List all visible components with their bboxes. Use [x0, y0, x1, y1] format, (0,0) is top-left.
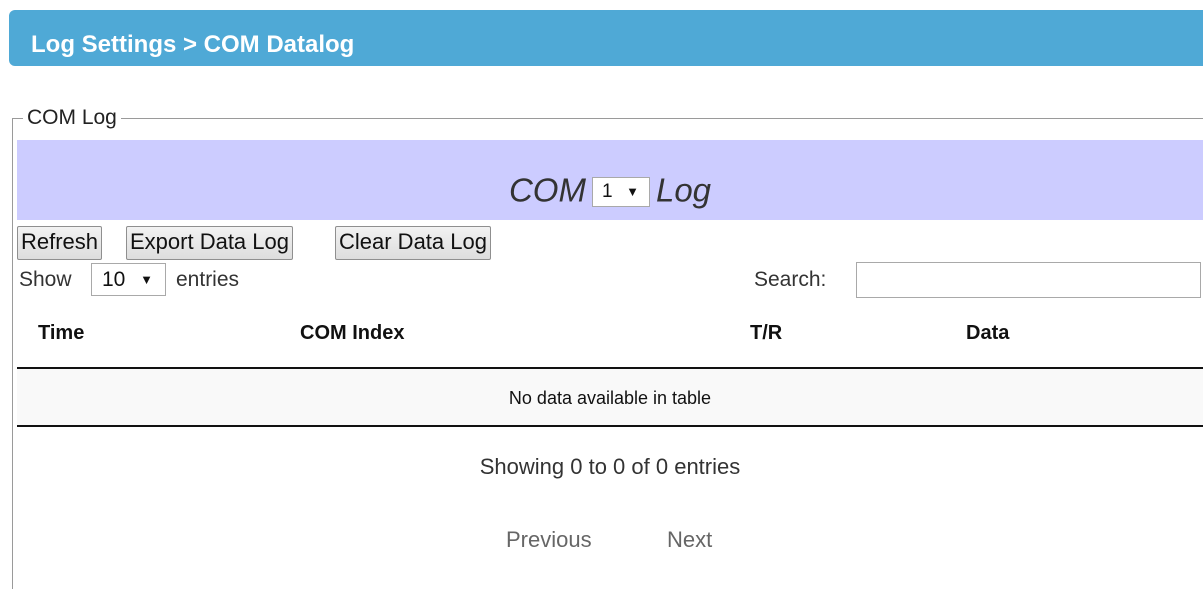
com-log-title: COM 1 ▼ Log	[17, 168, 1203, 210]
refresh-button[interactable]: Refresh	[17, 226, 103, 260]
com-port-select[interactable]: 1 ▼	[591, 177, 650, 208]
column-header-tr[interactable]: T/R	[750, 320, 782, 346]
entries-label: entries	[176, 268, 240, 291]
previous-page-button[interactable]: Previous	[506, 526, 592, 554]
search-label: Search:	[754, 268, 827, 291]
com-port-value: 1	[601, 181, 613, 203]
com-suffix: Log	[655, 171, 712, 209]
next-page-button[interactable]: Next	[667, 526, 712, 554]
table-bottom-divider	[17, 425, 1203, 427]
com-log-banner: COM 1 ▼ Log	[17, 140, 1203, 220]
chevron-down-icon: ▼	[140, 272, 153, 287]
page-header: Log Settings > COM Datalog	[9, 10, 1203, 66]
column-header-com-index[interactable]: COM Index	[300, 320, 404, 346]
clear-data-log-button[interactable]: Clear Data Log	[335, 226, 491, 260]
entries-length-select[interactable]: 10 ▼	[91, 263, 166, 296]
show-label: Show	[19, 268, 72, 291]
chevron-down-icon: ▼	[626, 184, 639, 200]
page-title: Log Settings > COM Datalog	[31, 31, 355, 58]
entries-length-value: 10	[102, 268, 126, 291]
fieldset-legend: COM Log	[23, 106, 121, 130]
export-data-log-button[interactable]: Export Data Log	[126, 226, 293, 260]
empty-table-message: No data available in table	[508, 388, 712, 408]
column-header-data[interactable]: Data	[966, 320, 1009, 346]
table-row: No data available in table	[17, 369, 1203, 425]
column-header-time[interactable]: Time	[38, 320, 84, 346]
search-input[interactable]	[856, 262, 1201, 298]
com-prefix: COM	[508, 171, 586, 209]
table-info: Showing 0 to 0 of 0 entries	[479, 454, 741, 479]
